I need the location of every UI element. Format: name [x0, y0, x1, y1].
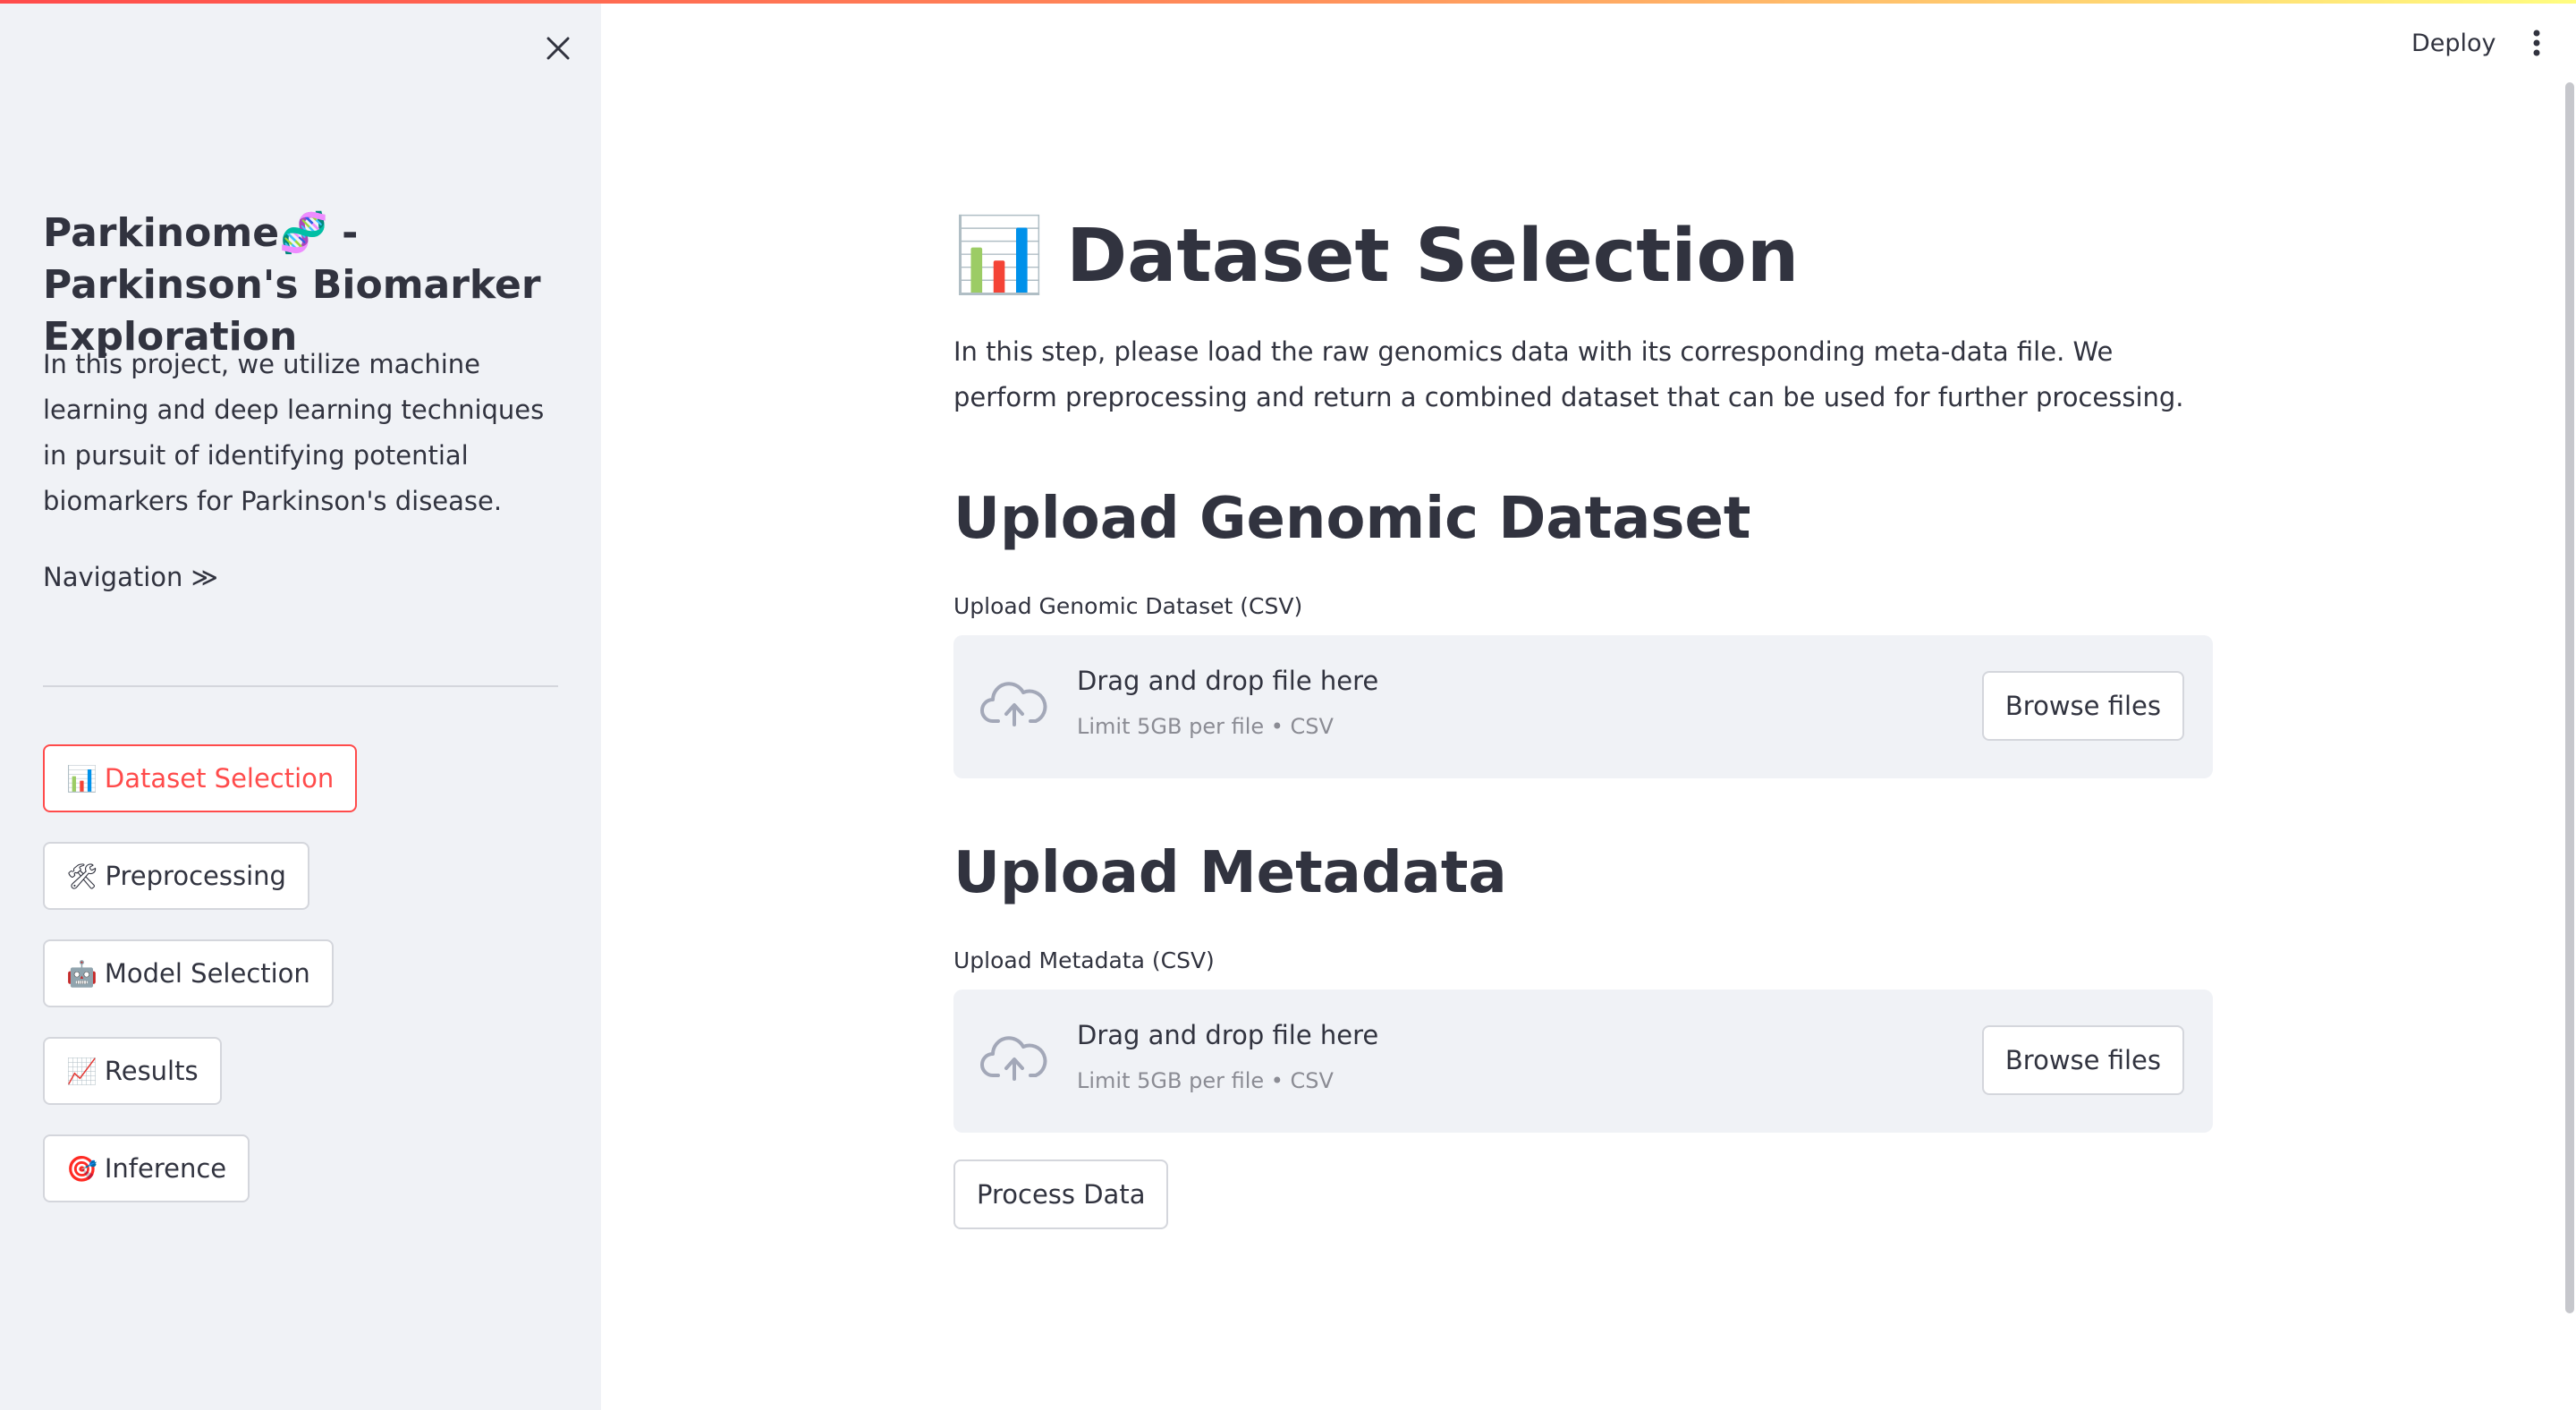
page-scrollbar[interactable] — [2565, 82, 2574, 1313]
genomic-file-dropzone[interactable]: Drag and drop file here Limit 5GB per fi… — [953, 635, 2213, 778]
nav-preprocessing-button[interactable]: 🛠 Preprocessing — [43, 842, 309, 910]
browse-files-button[interactable]: Browse files — [1981, 1025, 2184, 1095]
deploy-button[interactable]: Deploy — [2397, 21, 2511, 64]
tools-icon: 🛠 — [66, 861, 98, 891]
browse-files-button[interactable]: Browse files — [1981, 671, 2184, 741]
dropzone-limit-text: Limit 5GB per file • CSV — [1077, 714, 1334, 739]
robot-icon: 🤖 — [66, 958, 97, 989]
nav-inference-button[interactable]: 🎯 Inference — [43, 1134, 250, 1202]
page-title-text: Dataset Selection — [1066, 213, 1800, 299]
main-menu-button[interactable] — [2519, 21, 2555, 64]
dropzone-limit-text: Limit 5GB per file • CSV — [1077, 1068, 1334, 1093]
nav-dataset-selection-button[interactable]: 📊 Dataset Selection — [43, 744, 358, 812]
top-decoration-stripe — [0, 0, 2576, 4]
kebab-menu-icon — [2533, 30, 2540, 56]
close-sidebar-button[interactable] — [537, 27, 580, 70]
cloud-upload-icon — [980, 682, 1047, 726]
genomic-dataset-heading: Upload Genomic Dataset — [953, 486, 1751, 552]
bar-chart-icon: 📊 — [66, 763, 97, 794]
sidebar-description: In this project, we utilize machine lear… — [43, 349, 545, 516]
sidebar: Parkinome🧬 - Parkinson's Biomarker Explo… — [0, 0, 601, 1410]
bar-chart-icon: 📊 — [953, 213, 1046, 298]
nav-button-label: Dataset Selection — [104, 763, 335, 794]
close-icon — [547, 37, 570, 60]
metadata-upload-label: Upload Metadata (CSV) — [953, 947, 1215, 973]
nav-button-label: Preprocessing — [105, 861, 286, 891]
dropzone-instructions: Drag and drop file here — [1077, 666, 1379, 696]
intro-text: In this step, please load the raw genomi… — [953, 336, 2184, 412]
nav-results-button[interactable]: 📈 Results — [43, 1037, 222, 1105]
nav-button-label: Model Selection — [104, 958, 310, 989]
nav-button-label: Inference — [104, 1153, 227, 1184]
sidebar-title: Parkinome🧬 - Parkinson's Biomarker Explo… — [43, 210, 541, 360]
sidebar-divider — [43, 685, 558, 687]
app-root: Parkinome🧬 - Parkinson's Biomarker Explo… — [0, 0, 2576, 1410]
genomic-upload-label: Upload Genomic Dataset (CSV) — [953, 593, 1303, 619]
metadata-file-dropzone[interactable]: Drag and drop file here Limit 5GB per fi… — [953, 990, 2213, 1133]
page-title: 📊 Dataset Selection — [953, 202, 1799, 310]
line-chart-icon: 📈 — [66, 1056, 97, 1086]
target-icon: 🎯 — [66, 1153, 97, 1184]
nav-button-label: Results — [104, 1056, 199, 1086]
metadata-heading: Upload Metadata — [953, 840, 1507, 906]
dropzone-instructions: Drag and drop file here — [1077, 1020, 1379, 1050]
cloud-upload-icon — [980, 1036, 1047, 1081]
navigation-label: Navigation ≫ — [43, 562, 218, 592]
nav-model-selection-button[interactable]: 🤖 Model Selection — [43, 939, 334, 1007]
process-data-button[interactable]: Process Data — [953, 1159, 1169, 1229]
